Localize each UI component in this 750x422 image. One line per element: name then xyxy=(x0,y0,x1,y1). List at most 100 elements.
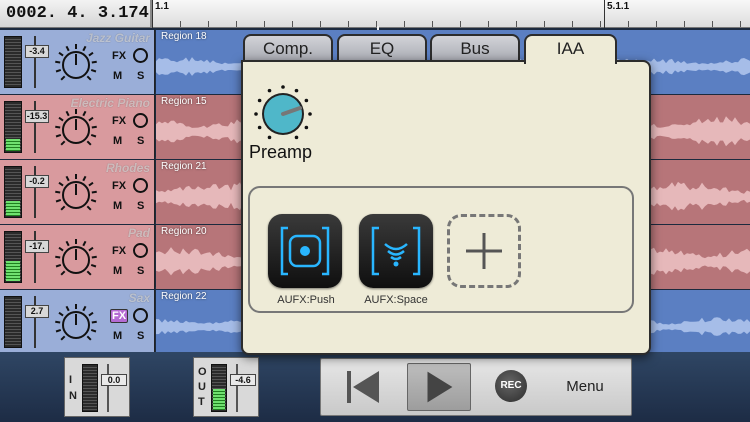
knob-tick xyxy=(58,311,64,317)
fx-button[interactable]: FX xyxy=(110,309,128,323)
track-name: Sax xyxy=(128,291,150,305)
knob-tick xyxy=(55,60,61,64)
track-volume-fader[interactable] xyxy=(34,166,36,218)
solo-button[interactable]: S xyxy=(137,135,144,147)
output-fader[interactable] xyxy=(236,364,238,412)
region-label: Region 20 xyxy=(161,226,207,237)
add-effect-button[interactable] xyxy=(447,214,521,288)
input-level-value[interactable]: 0.0 xyxy=(101,374,127,386)
fx-button[interactable]: FX xyxy=(110,114,128,128)
ruler-subtick xyxy=(432,21,433,27)
ruler-subtick xyxy=(236,21,237,27)
play-button[interactable] xyxy=(407,363,471,411)
timeline-ruler[interactable]: 1.1 5.1.1 xyxy=(152,0,750,28)
pan-knob[interactable] xyxy=(52,235,100,283)
region-label: Region 18 xyxy=(161,31,207,42)
preamp-knob[interactable] xyxy=(253,84,313,144)
fx-button[interactable]: FX xyxy=(110,244,128,258)
mute-button[interactable]: M xyxy=(113,330,122,342)
input-level-control[interactable]: I N 0.0 xyxy=(64,357,130,417)
output-level-value[interactable]: -4.6 xyxy=(230,374,256,386)
knob-tick xyxy=(55,125,61,129)
pan-knob[interactable] xyxy=(52,170,100,218)
knob-tick xyxy=(55,190,61,194)
track-volume-value[interactable]: -17. xyxy=(25,240,49,253)
record-arm-button[interactable] xyxy=(133,48,148,63)
input-level-meter xyxy=(82,364,98,412)
pan-knob[interactable] xyxy=(52,300,100,348)
bottom-bar: I N 0.0 O U T -4.6 REC Menu xyxy=(0,352,750,422)
knob-tick xyxy=(91,60,97,64)
knob-tick xyxy=(91,320,97,324)
track-volume-value[interactable]: -0.2 xyxy=(25,175,49,188)
knob-tick xyxy=(82,175,87,182)
input-letter: N xyxy=(69,390,77,402)
track-volume-fader[interactable] xyxy=(34,296,36,348)
track-volume-value[interactable]: 2.7 xyxy=(25,305,49,318)
track-header[interactable]: -0.2 Rhodes FX M S xyxy=(0,160,155,224)
record-arm-button[interactable] xyxy=(133,178,148,193)
record-button[interactable]: REC xyxy=(495,370,527,402)
track-level-meter xyxy=(4,166,22,218)
tab-bus[interactable]: Bus xyxy=(430,34,520,62)
ruler-subtick xyxy=(348,21,349,27)
mute-button[interactable]: M xyxy=(113,70,122,82)
iaa-panel: Preamp AUFX:Push AUFX:Space xyxy=(241,60,651,355)
preamp-knob-icon xyxy=(254,85,312,140)
fx-button[interactable]: FX xyxy=(110,179,128,193)
knob-tick xyxy=(58,246,64,252)
tab-comp[interactable]: Comp. xyxy=(243,34,333,62)
tab-iaa[interactable]: IAA xyxy=(524,34,617,64)
position-counter[interactable]: 0002. 4. 3.174 xyxy=(0,0,152,28)
aufx-space-icon xyxy=(371,226,421,276)
track-volume-fader[interactable] xyxy=(34,36,36,88)
track-meter-fill xyxy=(6,201,20,216)
mute-button[interactable]: M xyxy=(113,135,122,147)
track-header[interactable]: -15.3 Electric Piano FX M S xyxy=(0,95,155,159)
knob-tick xyxy=(91,255,97,259)
knob-tick xyxy=(90,328,97,333)
knob-tick xyxy=(55,68,62,73)
track-volume-value[interactable]: -3.4 xyxy=(25,45,49,58)
knob-tick xyxy=(60,335,66,341)
preamp-tick xyxy=(254,112,258,116)
menu-button[interactable]: Menu xyxy=(553,363,617,411)
ruler-subtick xyxy=(264,21,265,27)
track-volume-value[interactable]: -15.3 xyxy=(25,110,49,123)
knob-tick xyxy=(55,320,61,324)
record-arm-button[interactable] xyxy=(133,113,148,128)
aufx-push-slot[interactable] xyxy=(268,214,342,288)
output-level-control[interactable]: O U T -4.6 xyxy=(193,357,259,417)
ruler-subtick xyxy=(460,21,461,27)
knob-tick xyxy=(86,75,92,81)
tab-eq[interactable]: EQ xyxy=(337,34,427,62)
ruler-subtick xyxy=(544,21,545,27)
aufx-space-slot[interactable] xyxy=(359,214,433,288)
pan-knob-icon xyxy=(55,44,97,81)
knob-tick xyxy=(88,116,94,122)
solo-button[interactable]: S xyxy=(137,330,144,342)
play-icon xyxy=(427,371,453,403)
input-fader[interactable] xyxy=(107,364,109,412)
mute-button[interactable]: M xyxy=(113,265,122,277)
solo-button[interactable]: S xyxy=(137,200,144,212)
preamp-tick xyxy=(294,135,299,140)
fx-button[interactable]: FX xyxy=(110,49,128,63)
ruler-subtick xyxy=(628,21,629,27)
solo-button[interactable]: S xyxy=(137,70,144,82)
pan-knob[interactable] xyxy=(52,105,100,153)
pan-knob[interactable] xyxy=(52,40,100,88)
ruler-subtick xyxy=(712,21,713,27)
track-header[interactable]: -17. Pad FX M S xyxy=(0,225,155,289)
record-arm-button[interactable] xyxy=(133,308,148,323)
preamp-tick xyxy=(257,98,262,103)
record-arm-button[interactable] xyxy=(133,243,148,258)
mute-button[interactable]: M xyxy=(113,200,122,212)
track-header[interactable]: -3.4 Jazz Guitar FX M S xyxy=(0,30,155,94)
solo-button[interactable]: S xyxy=(137,265,144,277)
knob-tick xyxy=(90,133,97,138)
rewind-button[interactable] xyxy=(339,363,387,411)
track-volume-fader[interactable] xyxy=(34,101,36,153)
track-volume-fader[interactable] xyxy=(34,231,36,283)
track-header[interactable]: 2.7 Sax FX M S xyxy=(0,290,155,354)
